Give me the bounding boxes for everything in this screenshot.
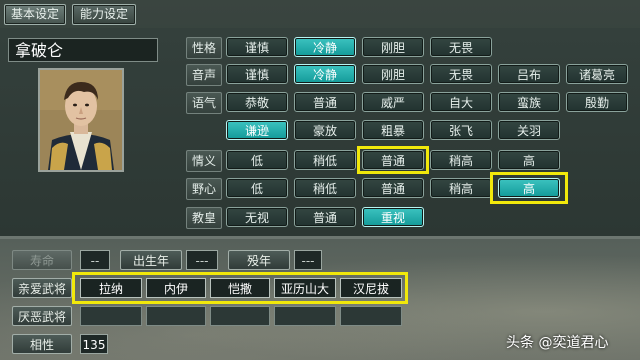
option-tone-courteous[interactable]: 殷勤 [566, 92, 628, 112]
death-year-value[interactable]: --- [294, 250, 322, 270]
option-tone-guanyu[interactable]: 关羽 [498, 120, 560, 140]
disliked-general-slot[interactable] [80, 306, 142, 326]
label-loyalty: 情义 [186, 150, 222, 172]
favored-general-slot[interactable]: 汉尼拔 [340, 278, 402, 298]
option-tone-normal[interactable]: 普通 [294, 92, 356, 112]
favored-general-slot[interactable]: 拉纳 [80, 278, 142, 298]
label-pope: 教皇 [186, 207, 222, 229]
option-tone-stern[interactable]: 威严 [362, 92, 424, 112]
lifespan-value[interactable]: -- [80, 250, 110, 270]
option-ambition-slightly-high[interactable]: 稍高 [430, 178, 492, 198]
option-pope-ignore[interactable]: 无视 [226, 207, 288, 227]
label-disliked-generals: 厌恶武将 [12, 306, 72, 326]
label-ambition: 野心 [186, 178, 222, 200]
label-death-year: 殁年 [228, 250, 290, 270]
option-voice-cautious[interactable]: 谨慎 [226, 64, 288, 84]
option-voice-zhugeliang[interactable]: 诸葛亮 [566, 64, 628, 84]
option-tone-zhangfei[interactable]: 张飞 [430, 120, 492, 140]
option-ambition-normal[interactable]: 普通 [362, 178, 424, 198]
label-tone: 语气 [186, 92, 222, 114]
option-voice-lubu[interactable]: 吕布 [498, 64, 560, 84]
label-voice: 音声 [186, 64, 222, 86]
option-loyalty-high[interactable]: 高 [498, 150, 560, 170]
option-tone-barbarian[interactable]: 蛮族 [498, 92, 560, 112]
option-tone-humble[interactable]: 谦逊 [226, 120, 288, 140]
disliked-general-slot[interactable] [210, 306, 270, 326]
favored-general-slot[interactable]: 恺撒 [210, 278, 270, 298]
favored-general-slot[interactable]: 亚历山大 [274, 278, 336, 298]
option-personality-cautious[interactable]: 谨慎 [226, 37, 288, 57]
label-compatibility: 相性 [12, 334, 72, 354]
option-ambition-slightly-low[interactable]: 稍低 [294, 178, 356, 198]
disliked-general-slot[interactable] [274, 306, 336, 326]
option-tone-rough[interactable]: 粗暴 [362, 120, 424, 140]
option-personality-fearless[interactable]: 无畏 [430, 37, 492, 57]
label-birth-year: 出生年 [120, 250, 182, 270]
option-pope-value[interactable]: 重视 [362, 207, 424, 227]
option-pope-normal[interactable]: 普通 [294, 207, 356, 227]
option-tone-respectful[interactable]: 恭敬 [226, 92, 288, 112]
officer-name-field[interactable]: 拿破仑 [8, 38, 158, 62]
napoleon-portrait-icon [38, 68, 124, 172]
option-personality-calm[interactable]: 冷静 [294, 37, 356, 57]
option-personality-brave[interactable]: 刚胆 [362, 37, 424, 57]
tab-basic-settings[interactable]: 基本设定 [4, 4, 66, 25]
option-ambition-high[interactable]: 高 [498, 178, 560, 198]
watermark-text: 头条 @奕道君心 [506, 335, 609, 351]
option-ambition-low[interactable]: 低 [226, 178, 288, 198]
favored-general-slot[interactable]: 内伊 [146, 278, 206, 298]
option-voice-calm[interactable]: 冷静 [294, 64, 356, 84]
tab-ability-settings[interactable]: 能力设定 [72, 4, 136, 25]
compatibility-value[interactable]: 135 [80, 334, 108, 354]
option-voice-fearless[interactable]: 无畏 [430, 64, 492, 84]
option-tone-arrogant[interactable]: 自大 [430, 92, 492, 112]
option-loyalty-slightly-high[interactable]: 稍高 [430, 150, 492, 170]
option-loyalty-low[interactable]: 低 [226, 150, 288, 170]
option-loyalty-normal[interactable]: 普通 [362, 150, 424, 170]
label-personality: 性格 [186, 37, 222, 59]
birth-year-value[interactable]: --- [186, 250, 218, 270]
option-tone-bold[interactable]: 豪放 [294, 120, 356, 140]
label-lifespan: 寿命 [12, 250, 72, 270]
disliked-general-slot[interactable] [146, 306, 206, 326]
disliked-general-slot[interactable] [340, 306, 402, 326]
option-voice-brave[interactable]: 刚胆 [362, 64, 424, 84]
label-favored-generals: 亲爱武将 [12, 278, 72, 298]
option-loyalty-slightly-low[interactable]: 稍低 [294, 150, 356, 170]
